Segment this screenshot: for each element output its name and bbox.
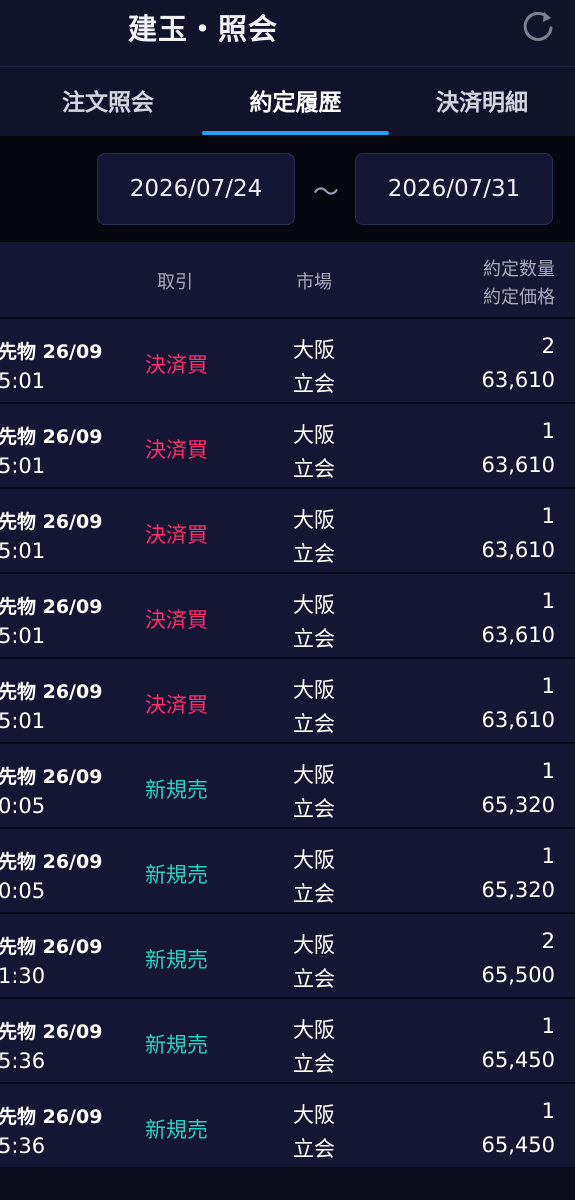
session-text: 立会 [293, 797, 335, 821]
refresh-icon[interactable] [520, 8, 556, 44]
time-text: 5:01 [0, 709, 46, 733]
date-from-field[interactable]: 2026/07/24 [97, 153, 295, 225]
column-qty: 約定数量 [483, 259, 555, 280]
quantity-text: 1 [541, 589, 555, 613]
price-text: 63,610 [481, 453, 555, 477]
market-text: 大阪 [293, 593, 335, 617]
symbol-text: 先物 26/09 [0, 596, 103, 618]
market-text: 大阪 [293, 678, 335, 702]
symbol-text: 先物 26/09 [0, 681, 103, 703]
time-text: 5:01 [0, 454, 46, 478]
price-text: 63,610 [481, 623, 555, 647]
quantity-text: 1 [541, 674, 555, 698]
market-text: 大阪 [293, 1103, 335, 1127]
trade-type-text: 新規売 [145, 863, 208, 887]
market-text: 大阪 [293, 763, 335, 787]
quantity-text: 1 [541, 419, 555, 443]
session-text: 立会 [293, 712, 335, 736]
tab-settlement-details[interactable]: 決済明細 [392, 67, 572, 136]
table-row[interactable]: 先物 26/09 1:30 新規売 大阪立会 2 65,500 [0, 912, 575, 997]
quantity-text: 2 [541, 929, 555, 953]
symbol-text: 先物 26/09 [0, 936, 103, 958]
quantity-text: 1 [541, 1014, 555, 1038]
column-trade: 取引 [157, 272, 193, 293]
quantity-text: 1 [541, 504, 555, 528]
trade-type-text: 決済買 [145, 353, 208, 377]
trade-type-text: 決済買 [145, 523, 208, 547]
price-text: 65,320 [481, 878, 555, 902]
table-row[interactable]: 先物 26/09 5:36 新規売 大阪立会 1 65,450 [0, 1082, 575, 1167]
tab-bar: 注文照会 約定履歴 決済明細 [0, 67, 575, 136]
quantity-text: 1 [541, 1099, 555, 1123]
time-text: 0:05 [0, 879, 46, 903]
symbol-text: 先物 26/09 [0, 341, 103, 363]
price-text: 63,610 [481, 538, 555, 562]
table-row[interactable]: 先物 26/09 5:36 新規売 大阪立会 1 65,450 [0, 997, 575, 1082]
app-header: 建玉・照会 [0, 0, 575, 67]
symbol-text: 先物 26/09 [0, 851, 103, 873]
trade-type-text: 新規売 [145, 1118, 208, 1142]
table-row[interactable]: 先物 26/09 5:01 決済買 大阪立会 1 63,610 [0, 487, 575, 572]
trade-type-text: 新規売 [145, 948, 208, 972]
session-text: 立会 [293, 542, 335, 566]
column-market: 市場 [296, 272, 332, 293]
session-text: 立会 [293, 882, 335, 906]
price-text: 65,500 [481, 963, 555, 987]
symbol-text: 先物 26/09 [0, 511, 103, 533]
quantity-text: 1 [541, 759, 555, 783]
time-text: 0:05 [0, 794, 46, 818]
time-text: 1:30 [0, 964, 46, 988]
trade-type-text: 決済買 [145, 693, 208, 717]
trade-type-text: 決済買 [145, 438, 208, 462]
trade-type-text: 決済買 [145, 608, 208, 632]
price-text: 65,450 [481, 1133, 555, 1157]
market-text: 大阪 [293, 423, 335, 447]
table-row[interactable]: 先物 26/09 0:05 新規売 大阪立会 1 65,320 [0, 742, 575, 827]
table-row[interactable]: 先物 26/09 5:01 決済買 大阪立会 1 63,610 [0, 402, 575, 487]
market-text: 大阪 [293, 933, 335, 957]
price-text: 65,450 [481, 1048, 555, 1072]
time-text: 5:01 [0, 369, 46, 393]
table-row[interactable]: 先物 26/09 5:01 決済買 大阪立会 1 63,610 [0, 572, 575, 657]
price-text: 63,610 [481, 368, 555, 392]
market-text: 大阪 [293, 338, 335, 362]
quantity-text: 1 [541, 844, 555, 868]
session-text: 立会 [293, 1052, 335, 1076]
session-text: 立会 [293, 1137, 335, 1161]
time-text: 5:01 [0, 624, 46, 648]
column-price: 約定価格 [483, 287, 555, 308]
session-text: 立会 [293, 372, 335, 396]
app-screen: 建玉・照会 注文照会 約定履歴 決済明細 2026/07/24 ～ 2026/0… [0, 0, 575, 1200]
price-text: 63,610 [481, 708, 555, 732]
table-row[interactable]: 先物 26/09 5:01 決済買 大阪立会 2 63,610 [0, 317, 575, 402]
price-text: 65,320 [481, 793, 555, 817]
symbol-text: 先物 26/09 [0, 1106, 103, 1128]
time-text: 5:36 [0, 1134, 46, 1158]
date-separator: ～ [312, 178, 339, 208]
time-text: 5:01 [0, 539, 46, 563]
market-text: 大阪 [293, 508, 335, 532]
active-tab-indicator [202, 131, 389, 135]
market-text: 大阪 [293, 848, 335, 872]
market-text: 大阪 [293, 1018, 335, 1042]
table-header: 取引 市場 約定数量 約定価格 [0, 242, 575, 317]
symbol-text: 先物 26/09 [0, 426, 103, 448]
table-row[interactable]: 先物 26/09 5:01 決済買 大阪立会 1 63,610 [0, 657, 575, 742]
time-text: 5:36 [0, 1049, 46, 1073]
symbol-text: 先物 26/09 [0, 1021, 103, 1043]
session-text: 立会 [293, 627, 335, 651]
trade-type-text: 新規売 [145, 778, 208, 802]
execution-list: 先物 26/09 5:01 決済買 大阪 立会 2 63,610 先物 26/09 5:01 決済… [0, 317, 575, 1167]
page-title: 建玉・照会 [128, 12, 279, 46]
date-range-bar: 2026/07/24 ～ 2026/07/31 [0, 136, 575, 242]
symbol-text: 先物 26/09 [0, 766, 103, 788]
session-text: 立会 [293, 967, 335, 991]
trade-type-text: 新規売 [145, 1033, 208, 1057]
quantity-text: 2 [541, 334, 555, 358]
tab-order-inquiry[interactable]: 注文照会 [18, 67, 198, 136]
table-row[interactable]: 先物 26/09 0:05 新規売 大阪立会 1 65,320 [0, 827, 575, 912]
tab-execution-history[interactable]: 約定履歴 [202, 67, 389, 136]
date-to-field[interactable]: 2026/07/31 [355, 153, 553, 225]
session-text: 立会 [293, 457, 335, 481]
